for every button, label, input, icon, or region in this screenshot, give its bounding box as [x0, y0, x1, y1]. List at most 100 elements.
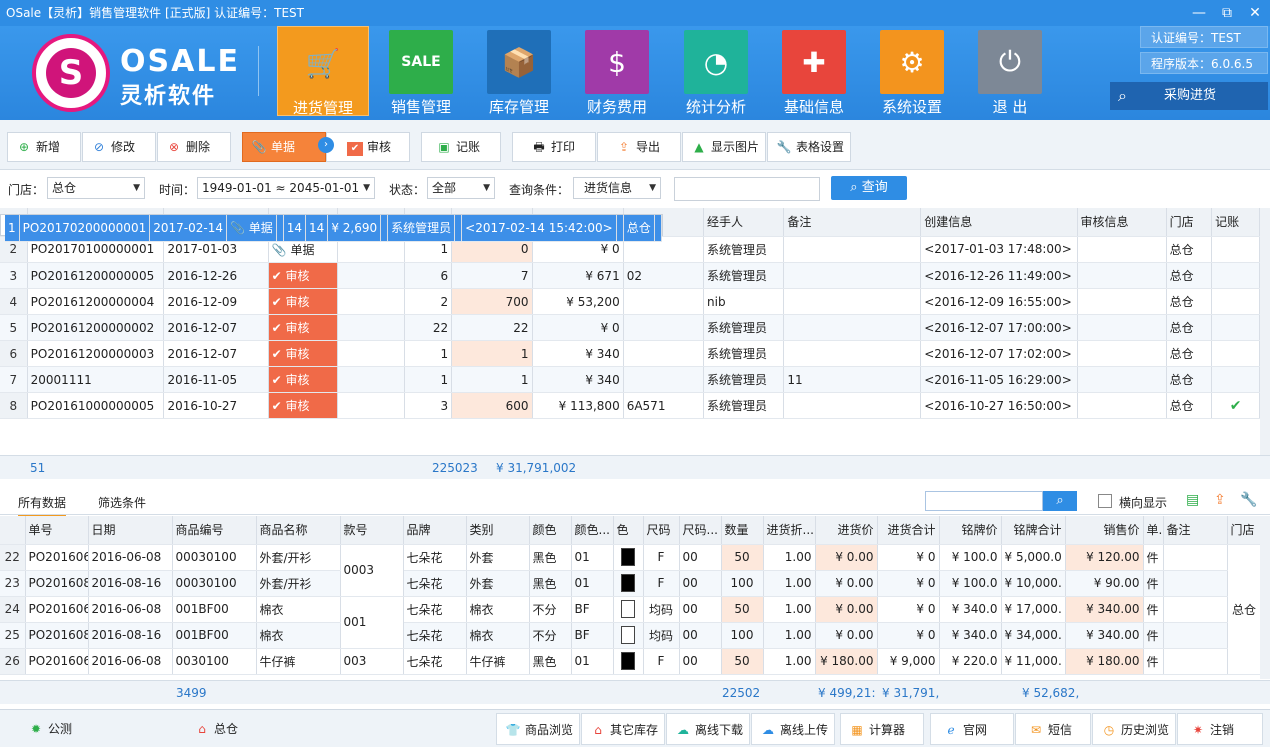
sms-button[interactable]: ✉ 短信	[1015, 713, 1091, 745]
post-button[interactable]: ▣ 记账	[421, 132, 501, 162]
column-header[interactable]: 尺码...	[679, 516, 722, 545]
cell-code: 001BF00	[172, 622, 257, 649]
quick-search[interactable]: ⌕ 采购进货	[1110, 82, 1268, 110]
table-row[interactable]: 4 PO20161200000004 2016-12-09 ✔ 审核 2 700 ¥ 53,…	[0, 288, 1260, 315]
column-header[interactable]: 颜色	[529, 516, 572, 545]
calculator-button[interactable]: ▦ 计算器	[840, 713, 924, 745]
column-header[interactable]: 记账	[1211, 208, 1260, 237]
column-header[interactable]: 色	[613, 516, 644, 545]
status-select[interactable]: 全部 ▼	[427, 177, 495, 199]
delete-button[interactable]: ⊗ 删除	[157, 132, 231, 162]
column-header[interactable]: 单号	[25, 516, 89, 545]
cell-sup	[380, 215, 389, 242]
table-row[interactable]: 26 PO201606 2016-06-08 0030100 牛仔裤 003 七朵花 牛仔裤黑…	[0, 648, 1261, 675]
module-label: 基础信息	[783, 98, 844, 116]
store-label: 门店：	[8, 183, 45, 197]
table-row[interactable]: 25 PO201608 2016-08-16 001BF00 棉衣 七朵花 棉衣 不分 BF 均码…	[0, 622, 1261, 649]
print-button[interactable]: 🖶 打印	[512, 132, 596, 162]
document-button[interactable]: 📎 单据	[242, 132, 326, 162]
column-header[interactable]: 款号	[340, 516, 404, 545]
column-header[interactable]: 审核信息	[1077, 208, 1167, 237]
column-header[interactable]: 创建信息	[920, 208, 1078, 237]
table-row[interactable]: 24 PO201606 2016-06-08 001BF00 棉衣 001 七朵花 棉衣 不分 B…	[0, 596, 1261, 649]
table-settings-button[interactable]: 🔧 表格设置	[767, 132, 851, 162]
detail-search-input[interactable]	[925, 491, 1043, 511]
export-icon[interactable]: ⇪	[1214, 492, 1226, 508]
column-header[interactable]: 经手人	[703, 208, 785, 237]
table-row[interactable]: 6 PO20161200000003 2016-12-07 ✔ 审核 1 1 ¥ 340 系统…	[0, 340, 1260, 367]
column-header[interactable]: 颜色...	[571, 516, 614, 545]
column-header[interactable]: 品牌	[403, 516, 467, 545]
export-button[interactable]: ⇪ 导出	[597, 132, 681, 162]
other-stock-button[interactable]: ⌂ 其它库存	[581, 713, 665, 745]
column-header[interactable]: 门店	[1227, 516, 1262, 545]
column-header[interactable]: 铭牌价	[939, 516, 1002, 545]
add-button[interactable]: ⊕ 新增	[7, 132, 81, 162]
column-header[interactable]: 日期	[88, 516, 173, 545]
table-row[interactable]: 5 PO20161200000002 2016-12-07 ✔ 审核 22 22 ¥ 0 系统…	[0, 314, 1260, 341]
module-label: 进货管理	[292, 99, 353, 117]
check-icon: ✔	[271, 269, 286, 283]
minimize-icon[interactable]: —	[1192, 0, 1206, 26]
cell-note	[1163, 544, 1228, 571]
module-1[interactable]: 🛒 进货管理	[277, 26, 369, 117]
module-6[interactable]: ✚ 基础信息	[768, 26, 860, 116]
copy-icon[interactable]: ▤	[1186, 492, 1199, 508]
time-range-select[interactable]: 1949-01-01 ≈ 2045-01-01 ▼	[197, 177, 375, 199]
offline-download-button[interactable]: ☁ 离线下载	[666, 713, 750, 745]
column-header[interactable]: 进货折...	[763, 516, 816, 545]
column-header[interactable]: 门店	[1166, 208, 1213, 237]
table-row[interactable]: 7 20001111 2016-11-05 ✔ 审核 1 1 ¥ 340 系统管理员 11 <20…	[0, 366, 1260, 393]
search-input[interactable]	[674, 177, 820, 201]
export-icon: ⇪	[618, 140, 630, 154]
column-header[interactable]: 单...	[1143, 516, 1164, 545]
cell-unit: 件	[1143, 570, 1164, 597]
edit-button[interactable]: ⊘ 修改	[82, 132, 156, 162]
summary-total: ¥ 31,791,	[882, 686, 940, 700]
color-swatch	[621, 548, 635, 566]
column-header[interactable]: 备注	[1163, 516, 1228, 545]
audit-button[interactable]: ✔ 审核	[326, 132, 410, 162]
table-row[interactable]: 22 PO201606 2016-06-08 00030100 外套/开衫 0003 七朵花…	[0, 544, 1262, 675]
column-header[interactable]: 备注	[783, 208, 922, 237]
column-header[interactable]: 尺码	[643, 516, 680, 545]
vertical-scrollbar[interactable]	[1260, 208, 1270, 456]
store-select[interactable]: 总仓 ▼	[47, 177, 145, 199]
column-header[interactable]: 进货合计	[877, 516, 940, 545]
module-5[interactable]: ◔ 统计分析	[670, 26, 762, 116]
column-header[interactable]: 铭牌合计	[1001, 516, 1066, 545]
module-8[interactable]: ⏻ 退 出	[964, 26, 1056, 116]
show-image-button[interactable]: ▲ 显示图片	[682, 132, 766, 162]
tab-filter-conditions[interactable]: 筛选条件	[98, 494, 146, 511]
detail-search-button[interactable]: ⌕	[1043, 491, 1077, 511]
column-header[interactable]: 商品名称	[256, 516, 341, 545]
vertical-scrollbar[interactable]	[1260, 516, 1270, 679]
module-3[interactable]: 📦 库存管理	[473, 26, 565, 116]
module-4[interactable]: $ 财务费用	[571, 26, 663, 116]
close-icon[interactable]: ✕	[1248, 0, 1262, 26]
wrench-icon[interactable]: 🔧	[1240, 492, 1257, 508]
table-row[interactable]: 23 PO201608 2016-08-16 00030100 外套/开衫 七朵花 外套 黑色…	[0, 570, 1261, 597]
column-header[interactable]: 销售价	[1065, 516, 1144, 545]
column-header[interactable]: 类别	[466, 516, 530, 545]
column-header[interactable]: 商品编号	[172, 516, 257, 545]
table-row[interactable]: 3 PO20161200000005 2016-12-26 ✔ 审核 6 7 ¥ 671 02…	[0, 262, 1260, 289]
column-header[interactable]: 数量	[721, 516, 764, 545]
module-7[interactable]: ⚙ 系统设置	[866, 26, 958, 116]
website-button[interactable]: ℯ 官网	[930, 713, 1014, 745]
table-row[interactable]: 1 PO20170200000001 2017-02-14 📎 单据 14 14 ¥ 2,6…	[0, 214, 663, 242]
maximize-icon[interactable]: ⧉	[1220, 0, 1234, 26]
logout-button[interactable]: ✷ 注销	[1177, 713, 1263, 745]
history-button[interactable]: ◷ 历史浏览	[1092, 713, 1176, 745]
query-condition-select[interactable]: 进货信息 ▼	[573, 177, 661, 199]
cell-store: 总仓	[1166, 366, 1213, 393]
product-browse-button[interactable]: 👕 商品浏览	[496, 713, 580, 745]
module-2[interactable]: SALE 销售管理	[375, 26, 467, 116]
column-header[interactable]: 进货价	[815, 516, 878, 545]
query-button[interactable]: ⌕ 查询	[831, 176, 907, 200]
offline-upload-button[interactable]: ☁ 离线上传	[751, 713, 835, 745]
logo-name: OSALE	[120, 44, 240, 79]
horizontal-display-checkbox[interactable]	[1098, 494, 1112, 508]
tab-all-data[interactable]: 所有数据	[18, 494, 67, 517]
table-row[interactable]: 8 PO20161000000005 2016-10-27 ✔ 审核 3 600 ¥ 113…	[0, 392, 1260, 419]
